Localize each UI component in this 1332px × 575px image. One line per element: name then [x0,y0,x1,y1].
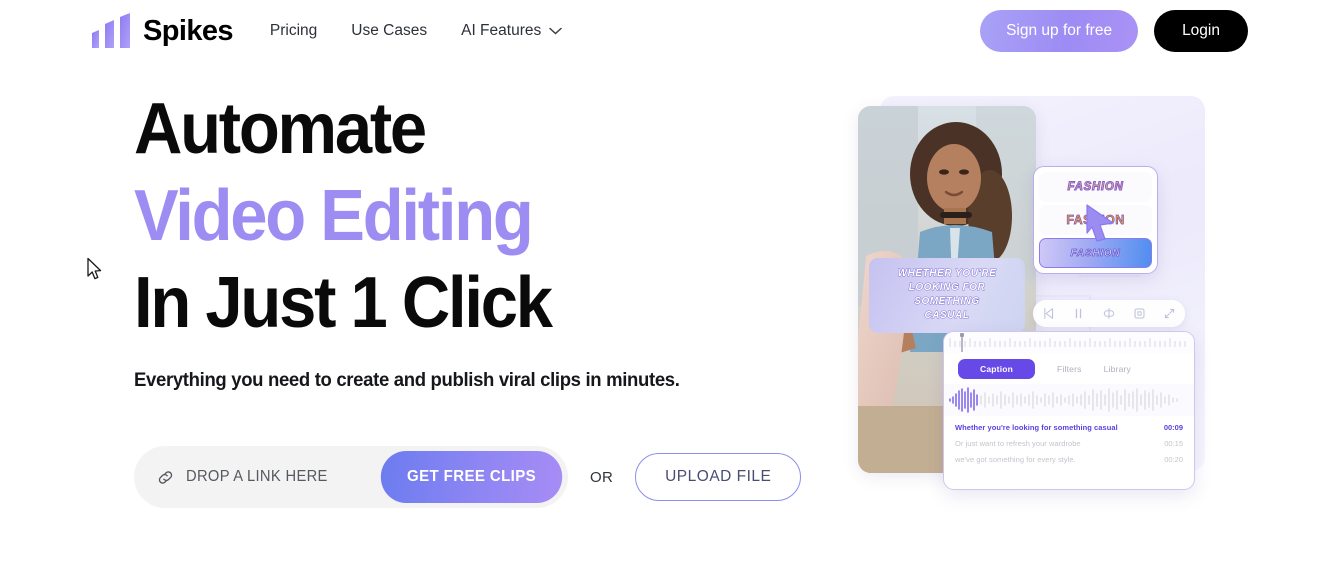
or-separator-label: OR [590,468,614,486]
transcript-text: Whether you're looking for something cas… [955,423,1118,432]
caption-style-option-1[interactable]: FASHION [1039,172,1152,202]
transcript-row[interactable]: Whether you're looking for something cas… [955,423,1183,432]
mouse-arrow-cursor [87,257,102,280]
link-chain-icon [156,468,186,487]
headline-line-2: Video Editing [134,176,534,256]
editor-panel: Caption Filters Library Whether you're l… [943,331,1195,490]
loop-icon[interactable] [1102,307,1116,320]
audio-waveform-bars [949,387,1178,413]
login-button[interactable]: Login [1154,10,1248,52]
pause-icon[interactable] [1072,307,1085,320]
caption-line: WHETHER YOU'RE [897,268,997,280]
get-free-clips-button[interactable]: GET FREE CLIPS [380,451,563,503]
headline-line-3: In Just 1 Click [134,263,553,343]
nav-item-pricing-label: Pricing [269,22,318,39]
expand-icon[interactable] [1163,307,1176,320]
upload-file-button[interactable]: UPLOAD FILE [635,453,802,501]
transcript-timestamp: 00:15 [1164,439,1183,448]
timeline-ruler[interactable] [944,332,1194,353]
transcript-text: Or just want to refresh your wardrobe [955,439,1081,448]
brand-name: Spikes [143,14,234,47]
caption-line: SOMETHING [914,296,980,308]
chevron-down-icon [549,27,562,35]
transcript-row[interactable]: we've got something for every style. 00:… [955,455,1183,464]
link-input-pill[interactable]: DROP A LINK HERE GET FREE CLIPS [134,446,568,508]
link-input-placeholder: DROP A LINK HERE [186,468,328,485]
crop-frame-icon[interactable] [1133,307,1146,320]
playback-controls-bar [1033,300,1185,327]
hero-text-block: Automate Video Editing In Just 1 Click E… [134,86,834,508]
editor-tabs: Caption Filters Library [944,353,1194,384]
transcript-timestamp: 00:09 [1163,423,1183,432]
signup-button[interactable]: Sign up for free [980,10,1139,52]
caption-style-option-3-label: FASHION [1070,247,1121,259]
nav-actions: Sign up for free Login [980,10,1248,52]
transcript-list: Whether you're looking for something cas… [944,416,1194,464]
nav-item-ai-features-label: AI Features [461,22,542,39]
nav-item-use-cases[interactable]: Use Cases [351,22,427,40]
nav-item-pricing[interactable]: Pricing [270,22,317,40]
audio-waveform[interactable] [944,384,1194,416]
caption-style-option-1-label: FASHION [1067,181,1124,194]
hero-subheading: Everything you need to create and publis… [134,369,680,391]
cta-row: DROP A LINK HERE GET FREE CLIPS OR UPLOA… [134,446,834,508]
skip-back-icon[interactable] [1042,307,1055,320]
tab-library[interactable]: Library [1104,359,1131,379]
timeline-ruler-ticks [949,333,1186,352]
nav-item-ai-features[interactable]: AI Features [461,22,562,40]
page-title: Automate Video Editing In Just 1 Click [134,86,785,347]
nav-links: Pricing Use Cases AI Features [270,22,562,40]
transcript-text: we've got something for every style. [955,455,1076,464]
product-preview: WHETHER YOU'RE LOOKING FOR SOMETHING CAS… [845,88,1245,508]
top-navbar: Spikes Pricing Use Cases AI Features Sig… [0,0,1332,62]
brand-logo[interactable]: Spikes [90,13,234,49]
pointer-cursor-icon [1086,204,1114,242]
caption-line: CASUAL [924,310,970,322]
nav-item-use-cases-label: Use Cases [351,22,428,39]
transcript-row[interactable]: Or just want to refresh your wardrobe 00… [955,439,1183,448]
caption-line: LOOKING FOR [908,282,986,294]
spikes-bars-logo-icon [90,13,132,49]
video-caption-overlay: WHETHER YOU'RE LOOKING FOR SOMETHING CAS… [869,258,1025,333]
transcript-timestamp: 00:20 [1164,455,1183,464]
headline-line-1: Automate [134,89,427,169]
landing-page: Spikes Pricing Use Cases AI Features Sig… [0,0,1332,575]
tab-filters[interactable]: Filters [1057,359,1082,379]
tab-caption[interactable]: Caption [958,358,1036,379]
